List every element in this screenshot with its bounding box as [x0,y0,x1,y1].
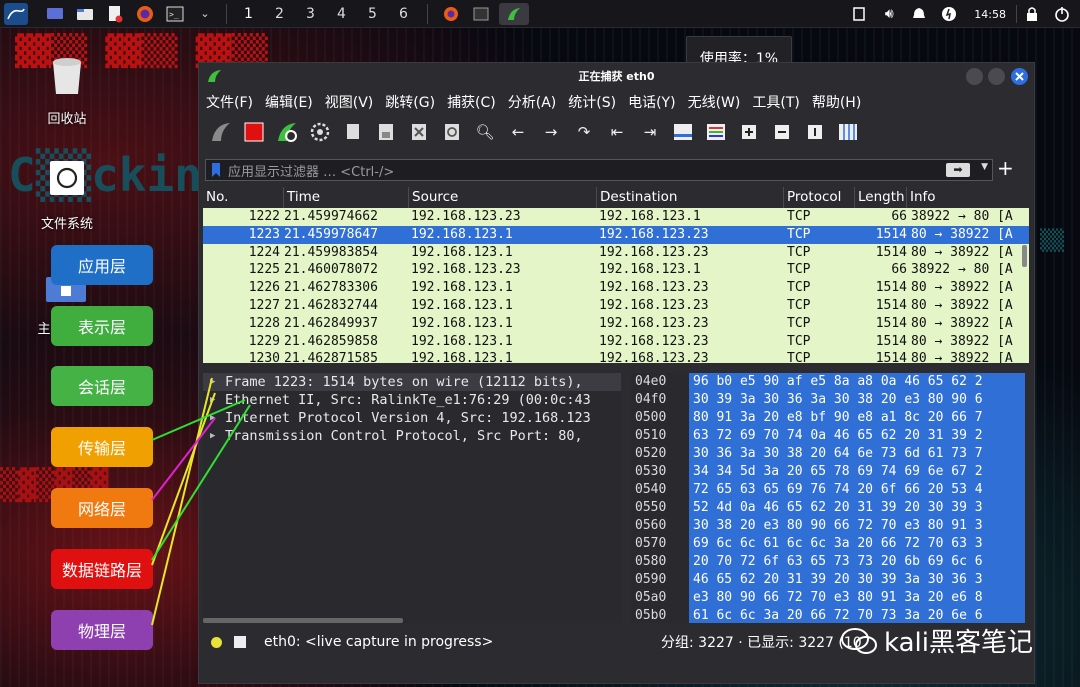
watermark: kali黑客笔记 [840,622,1033,659]
link-line-network [151,417,216,501]
watermark-text: kali黑客笔记 [884,628,1033,658]
wechat-icon [841,627,877,654]
link-line-datalink [151,392,216,566]
annotation-lines [151,377,251,626]
link-line-physical [151,377,213,626]
